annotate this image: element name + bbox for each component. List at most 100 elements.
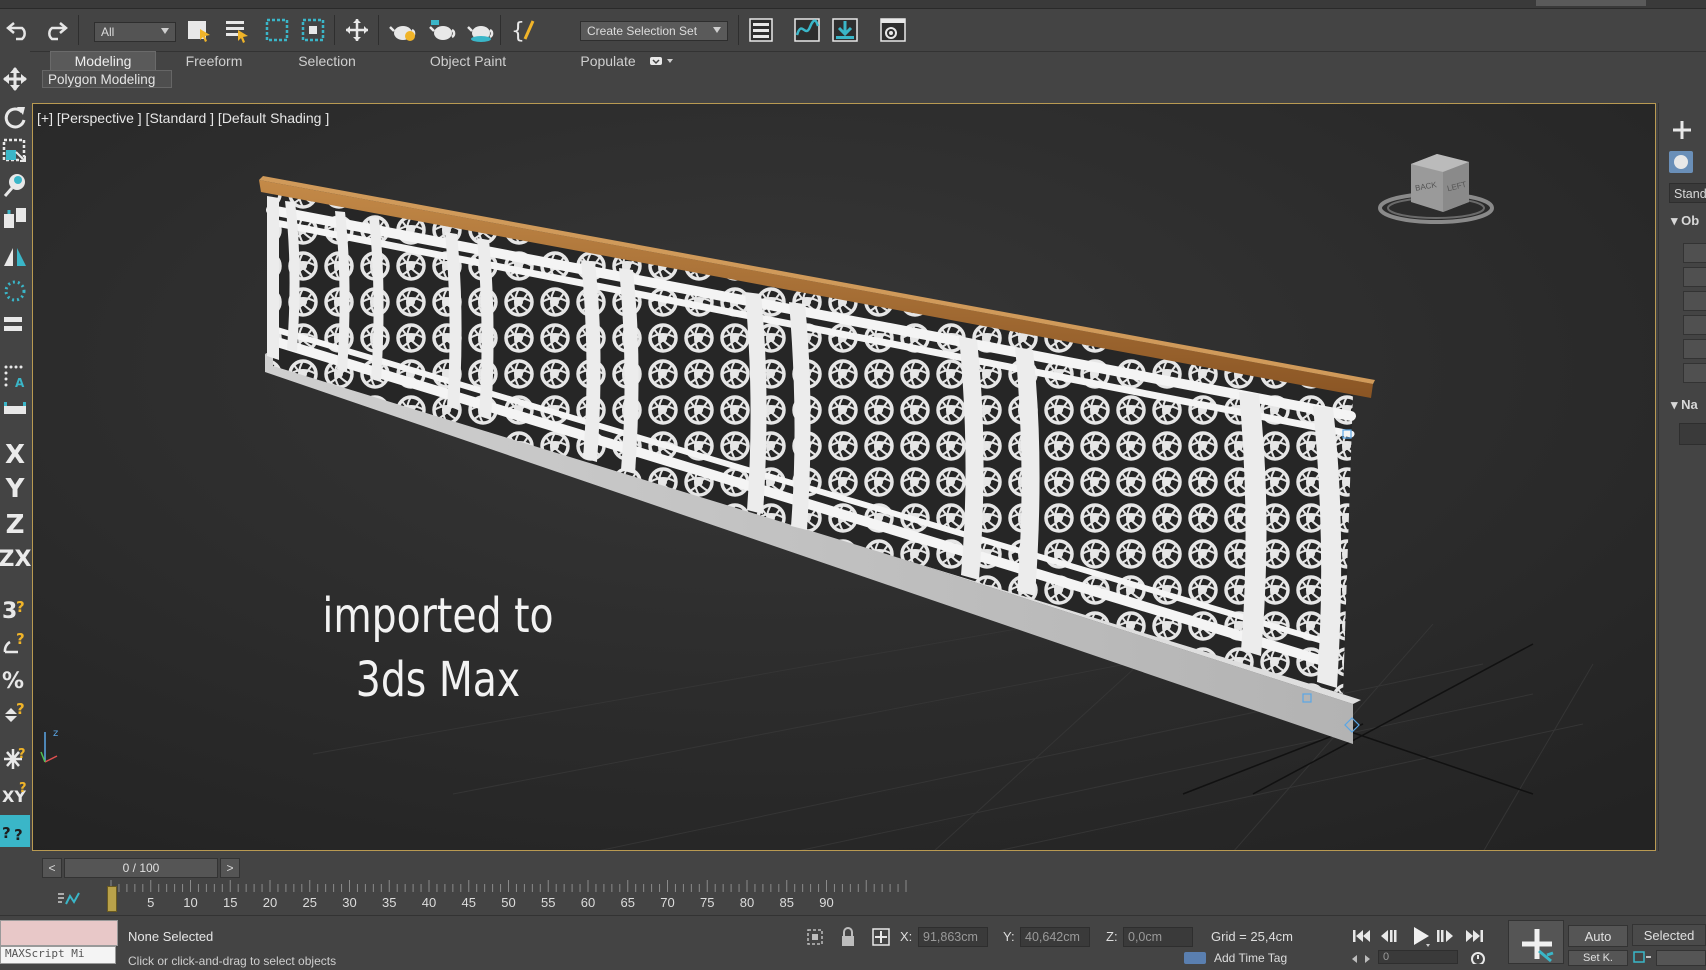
overlay-caption-line1: imported to [322, 588, 554, 644]
current-frame-field[interactable]: 0 [1378, 950, 1458, 964]
tab-modeling[interactable]: Modeling [50, 51, 156, 71]
grid-size-label: Grid = 25,4cm [1211, 929, 1294, 944]
main-toolbar: All { Create Selection Set [0, 9, 1706, 52]
snap-toggle-active-icon[interactable]: ?? [0, 815, 30, 847]
perspective-viewport[interactable]: z [+] [Perspective ] [Standard ] [Defaul… [32, 103, 1656, 851]
selection-status: None Selected [128, 929, 214, 944]
geometry-sphere-icon[interactable] [1669, 151, 1693, 173]
teapot-render-frame-icon[interactable] [428, 15, 458, 45]
lock-selection-icon[interactable] [838, 926, 858, 948]
y-coordinate-field[interactable]: 40,642cm [1020, 927, 1090, 947]
x-coordinate-field[interactable]: 91,863cm [918, 927, 988, 947]
undo-icon[interactable] [4, 15, 34, 45]
object-button-2[interactable] [1683, 267, 1706, 287]
track-tick-label: 45 [462, 895, 476, 910]
object-button-4[interactable] [1683, 315, 1706, 335]
prompt-line: Click or click-and-drag to select object… [128, 954, 337, 968]
object-button-1[interactable] [1683, 243, 1706, 263]
go-to-start-icon[interactable] [1350, 926, 1372, 946]
window-crossing-icon[interactable] [298, 15, 328, 45]
scale-icon[interactable] [0, 135, 30, 167]
ribbon-options-icon[interactable] [642, 51, 682, 71]
time-slider[interactable]: 0 / 100 [64, 858, 218, 878]
axis-constraint-x[interactable]: X [0, 439, 30, 471]
object-button-5[interactable] [1683, 339, 1706, 359]
measure-icon[interactable] [0, 393, 30, 425]
name-field[interactable] [1679, 423, 1706, 445]
schematic-view-icon[interactable] [830, 15, 860, 45]
time-prev-button[interactable]: < [42, 858, 62, 878]
absolute-mode-icon[interactable] [870, 926, 892, 948]
time-cursor[interactable] [107, 886, 117, 912]
ribbon-panel-polygon-modeling[interactable]: Polygon Modeling [42, 70, 172, 88]
set-key-mode-button[interactable]: Set K. [1568, 950, 1628, 966]
svg-text:?: ? [16, 700, 25, 718]
time-config-icon[interactable] [1470, 950, 1486, 966]
key-filters-button[interactable] [1656, 950, 1706, 966]
time-next-button[interactable]: > [220, 858, 240, 878]
tab-selection[interactable]: Selection [272, 51, 382, 71]
select-and-move-icon[interactable] [342, 15, 372, 45]
set-key-button[interactable] [1508, 920, 1564, 964]
create-tab-plus-icon[interactable] [1669, 117, 1695, 143]
name-color-rollout[interactable]: ▾ Na [1671, 397, 1698, 413]
search-field[interactable] [1536, 0, 1646, 6]
spacing-icon[interactable]: A [0, 359, 30, 391]
rotate-icon[interactable] [0, 101, 30, 133]
teapot-render-setup-icon[interactable] [388, 15, 418, 45]
material-editor-icon[interactable] [878, 15, 908, 45]
previous-frame-icon[interactable] [1378, 926, 1400, 946]
layer-icon[interactable] [0, 309, 30, 341]
tab-object-paint[interactable]: Object Paint [392, 51, 544, 71]
align-icon[interactable] [0, 275, 30, 307]
axis-constraint-y[interactable]: Y [0, 473, 30, 505]
object-type-rollout[interactable]: ▾ Ob [1671, 213, 1699, 229]
isolate-selection-icon[interactable] [804, 926, 826, 948]
next-frame-icon[interactable] [1434, 926, 1456, 946]
freeze-icon[interactable]: ? [0, 743, 30, 775]
move-icon[interactable] [0, 63, 30, 95]
maxscript-listener-label[interactable]: MAXScript Mi [0, 946, 116, 964]
snap-3d-icon[interactable]: 3? [0, 593, 30, 625]
maxscript-listener-top[interactable] [0, 920, 118, 946]
object-button-3[interactable] [1683, 291, 1706, 311]
key-plus-icon [1522, 929, 1554, 963]
create-selection-set-dropdown[interactable]: Create Selection Set [580, 21, 728, 41]
selection-filter-dropdown[interactable]: All [94, 22, 176, 42]
overlay-caption-line2: 3ds Max [355, 652, 521, 708]
percent-snap-icon[interactable]: % [0, 663, 30, 695]
object-type-dropdown[interactable]: Stand [1669, 183, 1706, 203]
z-coordinate-field[interactable]: 0,0cm [1123, 927, 1193, 947]
curly-braces-script-icon[interactable]: { [508, 15, 538, 45]
axis-constraint-zx[interactable]: ZX [0, 543, 31, 575]
play-icon[interactable] [1408, 924, 1432, 948]
rectangular-selection-icon[interactable] [262, 15, 292, 45]
time-tag-icon[interactable] [1184, 952, 1206, 964]
track-tick-label: 15 [223, 895, 237, 910]
key-filter-selected-dropdown[interactable]: Selected [1632, 924, 1706, 946]
select-by-name-icon[interactable] [222, 15, 252, 45]
curve-editor-icon[interactable] [792, 15, 822, 45]
railing-3d-scene: z [33, 104, 1655, 850]
auto-key-button[interactable]: Auto [1568, 925, 1628, 947]
go-to-end-icon[interactable] [1464, 926, 1486, 946]
redo-icon[interactable] [40, 15, 70, 45]
track-tick-label: 50 [501, 895, 515, 910]
track-tick-label: 35 [382, 895, 396, 910]
axis-constraint-z[interactable]: Z [0, 509, 30, 541]
mirror-icon[interactable] [0, 241, 30, 273]
teapot-render-icon[interactable] [466, 15, 496, 45]
xy-snap-icon[interactable]: XY? [0, 777, 30, 809]
spinner-snap-icon[interactable]: ? [0, 697, 30, 729]
select-and-link-icon[interactable] [0, 203, 30, 235]
key-mode-icon[interactable] [1350, 952, 1372, 964]
viewport-label[interactable]: [+] [Perspective ] [Standard ] [Default … [37, 110, 329, 126]
key-filters-icon[interactable] [1632, 950, 1652, 964]
tab-freeform[interactable]: Freeform [164, 51, 264, 71]
select-object-icon[interactable] [184, 15, 214, 45]
angle-snap-icon[interactable]: ? [0, 627, 30, 659]
object-button-6[interactable] [1683, 363, 1706, 383]
place-icon[interactable] [0, 169, 30, 201]
layer-explorer-icon[interactable] [746, 15, 776, 45]
track-bar-ticks[interactable]: 051015202530354045505560657075808590 [0, 880, 1706, 914]
